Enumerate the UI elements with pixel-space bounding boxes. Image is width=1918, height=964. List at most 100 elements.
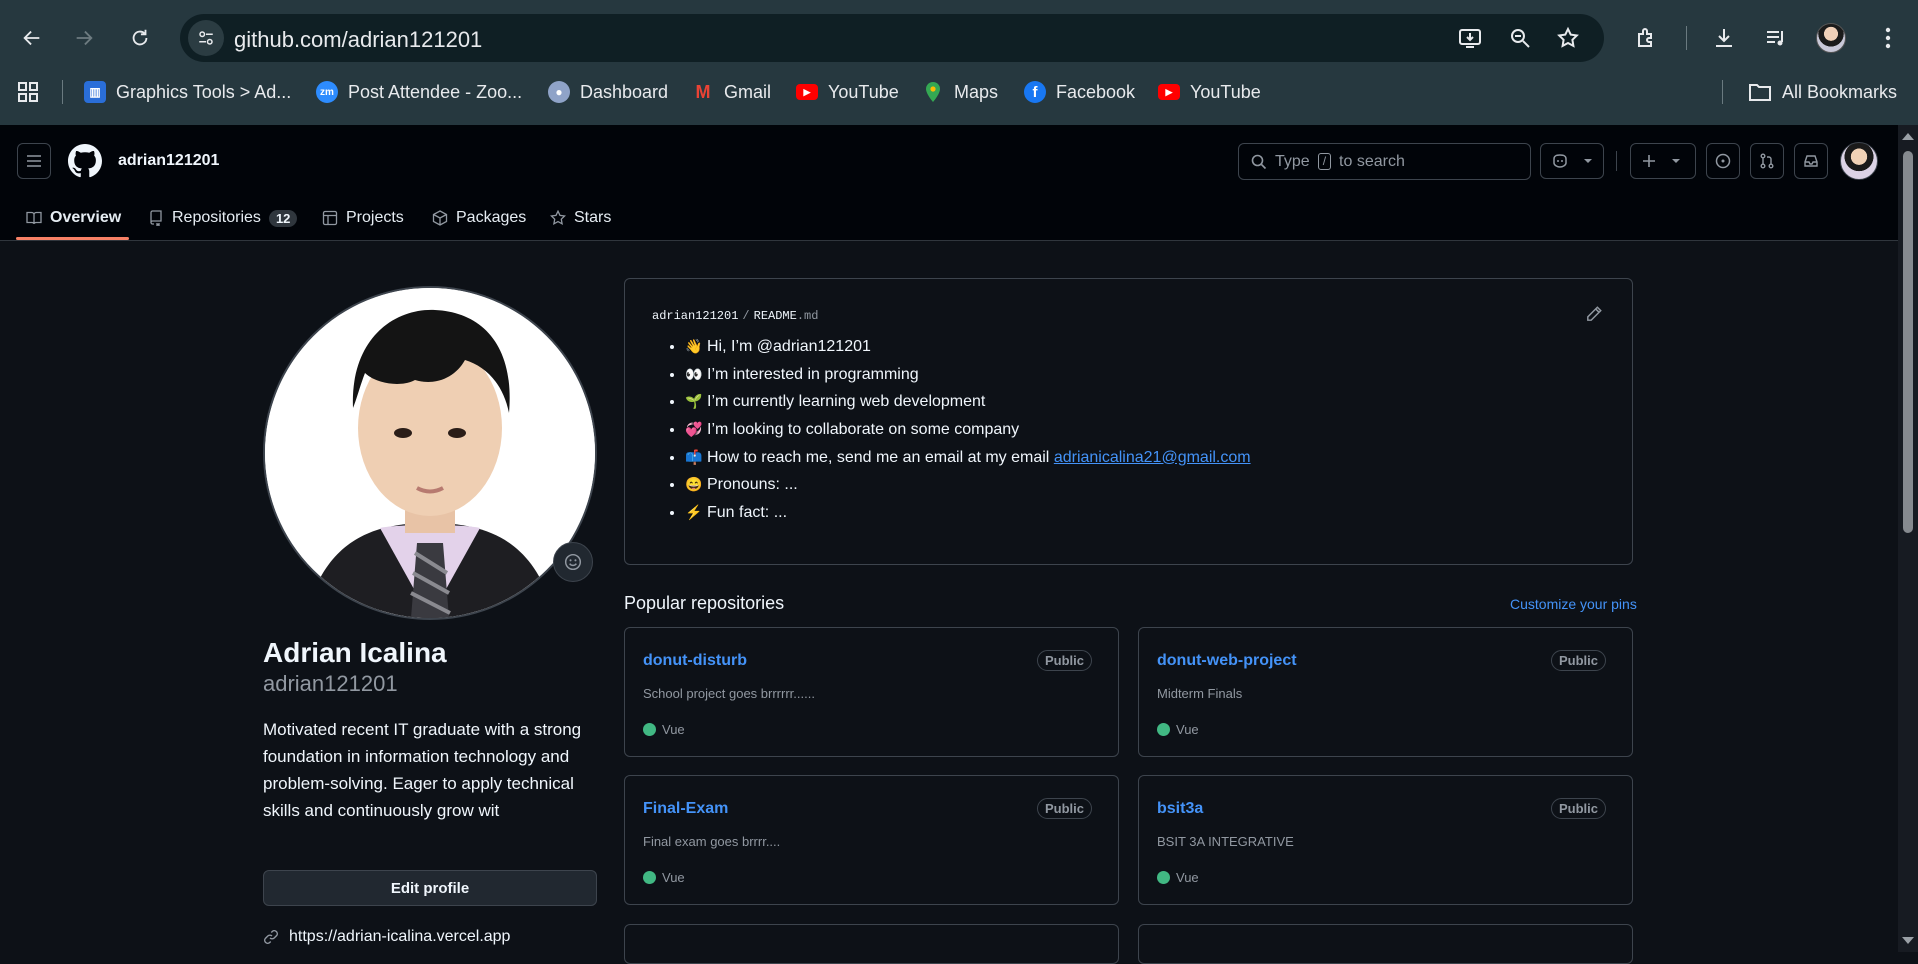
bookmark-maps[interactable]: Maps (922, 78, 998, 106)
bookmark-graphics-tools[interactable]: ▥ Graphics Tools > Ad... (84, 78, 291, 106)
tab-repositories[interactable]: Repositories 12 (148, 195, 298, 241)
bookmark-star-icon[interactable] (1556, 26, 1580, 50)
dashboard-icon: ● (548, 81, 570, 103)
repo-name-link[interactable]: Final-Exam (643, 800, 728, 818)
pull-requests-icon[interactable] (1750, 143, 1784, 179)
tab-overview[interactable]: Overview (26, 195, 121, 241)
tab-projects[interactable]: Projects (322, 195, 404, 241)
issues-icon[interactable] (1706, 143, 1740, 179)
bookmarks-divider (1722, 80, 1723, 104)
apps-grid-icon[interactable] (16, 78, 40, 106)
browser-menu-icon[interactable] (1874, 24, 1902, 52)
bookmark-label: YouTube (828, 81, 899, 102)
search-input[interactable]: Type / to search (1238, 143, 1531, 180)
pencil-icon[interactable] (1585, 305, 1605, 325)
address-bar[interactable]: github.com/adrian121201 (180, 14, 1604, 62)
copilot-button[interactable] (1540, 143, 1604, 179)
readme-item-text: Pronouns: ... (707, 476, 798, 494)
language-color-dot (643, 723, 656, 736)
seedling-emoji-icon: 🌱 (685, 393, 703, 410)
readme-item-text: I’m looking to collaborate on some compa… (707, 421, 1020, 439)
install-app-icon[interactable] (1458, 26, 1482, 50)
bookmark-label: Dashboard (580, 81, 669, 102)
repo-card: Final-Exam Public Final exam goes brrrr.… (624, 775, 1119, 905)
package-icon (432, 210, 448, 226)
scroll-down-arrow-icon[interactable] (1902, 937, 1914, 944)
repo-language: Vue (1157, 870, 1199, 885)
set-status-button[interactable] (553, 542, 593, 582)
edit-profile-button[interactable]: Edit profile (263, 870, 597, 906)
repo-card: donut-web-project Public Midterm Finals … (1138, 627, 1633, 757)
tab-label: Stars (574, 209, 612, 226)
bookmark-dashboard[interactable]: ● Dashboard (548, 78, 668, 106)
bookmark-facebook[interactable]: f Facebook (1024, 78, 1135, 106)
media-control-icon[interactable] (1762, 24, 1790, 52)
bookmarks-divider (62, 80, 63, 104)
forward-icon[interactable] (68, 22, 100, 54)
language-label: Vue (662, 722, 685, 737)
repo-description: Midterm Finals (1157, 686, 1243, 701)
user-avatar[interactable] (1840, 142, 1878, 180)
profile-readme: adrian121201/README.md 👋Hi, I’m @adrian1… (624, 278, 1633, 565)
bookmark-gmail[interactable]: M Gmail (692, 78, 772, 106)
facebook-icon: f (1024, 81, 1046, 103)
smile-emoji-icon: 😄 (685, 476, 703, 493)
scroll-up-arrow-icon[interactable] (1902, 133, 1914, 140)
hamburger-menu-icon[interactable] (17, 143, 51, 179)
scrollbar-thumb[interactable] (1903, 151, 1913, 533)
tab-packages[interactable]: Packages (432, 195, 526, 241)
reload-icon[interactable] (124, 22, 156, 54)
tab-stars[interactable]: Stars (550, 195, 611, 241)
readme-owner[interactable]: adrian121201 (652, 309, 738, 323)
all-bookmarks[interactable]: All Bookmarks (1748, 78, 1897, 106)
language-color-dot (643, 871, 656, 884)
repo-name-link[interactable]: donut-web-project (1157, 652, 1297, 670)
bookmark-youtube[interactable]: ▶ YouTube (796, 78, 899, 106)
inbox-icon[interactable] (1794, 143, 1828, 179)
bookmark-youtube-2[interactable]: ▶ YouTube (1158, 78, 1261, 106)
star-icon (550, 210, 566, 226)
youtube-icon: ▶ (796, 84, 818, 100)
readme-file[interactable]: README (754, 309, 797, 323)
url-text: github.com/adrian121201 (234, 27, 483, 52)
extensions-icon[interactable] (1632, 24, 1660, 52)
visibility-badge: Public (1036, 798, 1092, 819)
repo-description: School project goes brrrrrr...... (643, 686, 815, 701)
book-icon (26, 211, 42, 225)
back-icon[interactable] (16, 22, 48, 54)
readme-item-text: I’m currently learning web development (707, 393, 986, 411)
smiley-icon (564, 553, 582, 571)
readme-item-text: I’m interested in programming (707, 365, 919, 383)
lightning-emoji-icon: ⚡ (685, 504, 703, 521)
repo-language: Vue (1157, 722, 1199, 737)
active-tab-indicator (16, 237, 129, 240)
zoom-icon[interactable] (1508, 26, 1532, 50)
bookmark-zoom[interactable]: zm Post Attendee - Zoo... (316, 78, 522, 106)
tab-label: Packages (456, 209, 527, 226)
copilot-icon (1553, 154, 1567, 168)
language-label: Vue (1176, 722, 1199, 737)
page-scrollbar[interactable] (1898, 125, 1918, 952)
email-link[interactable]: adrianicalina21@gmail.com (1054, 449, 1251, 466)
downloads-icon[interactable] (1710, 24, 1738, 52)
gmail-icon: M (695, 81, 711, 102)
website-url[interactable]: https://adrian-icalina.vercel.app (289, 928, 510, 946)
wave-emoji-icon: 👋 (685, 338, 703, 354)
create-new-button[interactable] (1630, 143, 1696, 179)
search-placeholder-suffix: to search (1339, 152, 1405, 170)
table-icon (322, 210, 338, 226)
browser-profile-avatar[interactable] (1816, 23, 1846, 53)
repo-name-link[interactable]: bsit3a (1157, 800, 1203, 818)
header-username[interactable]: adrian121201 (118, 152, 219, 170)
profile-avatar[interactable] (263, 286, 597, 620)
customize-pins-link[interactable]: Customize your pins (1510, 596, 1637, 612)
list-item: 😄Pronouns: ... (685, 471, 1251, 499)
repo-icon (150, 210, 162, 226)
site-info-icon[interactable] (188, 20, 224, 56)
visibility-badge: Public (1550, 798, 1606, 819)
repo-name-link[interactable]: donut-disturb (643, 652, 747, 670)
github-logo-icon[interactable] (68, 144, 102, 178)
profile-website[interactable]: https://adrian-icalina.vercel.app (263, 928, 510, 946)
readme-item-text: Hi, I’m @adrian121201 (707, 338, 871, 355)
graphics-tools-icon: ▥ (84, 81, 106, 103)
